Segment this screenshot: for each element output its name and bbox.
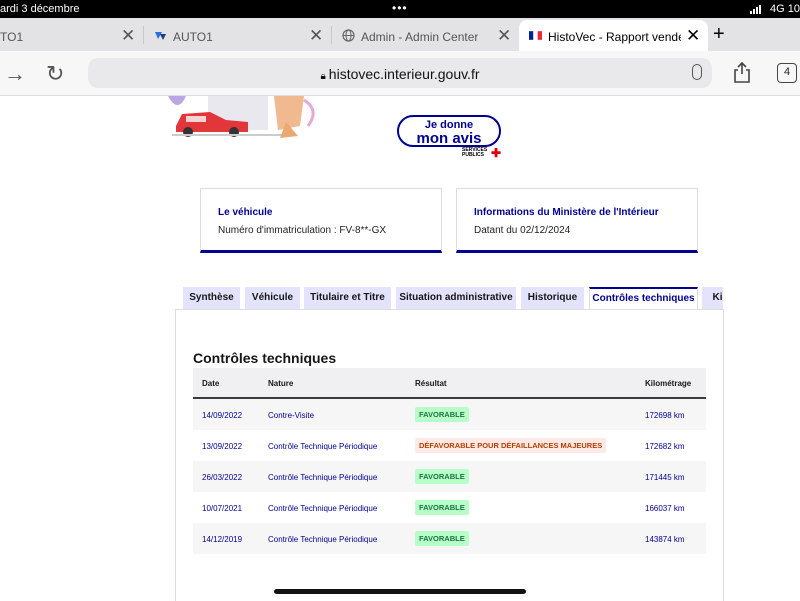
browser-tab[interactable]: Admin - Admin Center ✕ bbox=[332, 20, 518, 51]
logo-line2: PUBLICS bbox=[462, 152, 484, 158]
car-illustration bbox=[168, 96, 315, 138]
tab-synthese[interactable]: Synthèse bbox=[183, 287, 240, 309]
table-row: 14/09/2022 Contre-Visite FAVORABLE 17269… bbox=[193, 399, 706, 430]
browser-tab-active[interactable]: HistoVec - Rapport vendeur ✕ bbox=[519, 20, 708, 51]
tab-historique[interactable]: Historique bbox=[521, 287, 584, 309]
network-label: 4G bbox=[770, 3, 785, 15]
browser-tab[interactable]: AUTO1 ✕ bbox=[144, 20, 330, 51]
globe-icon bbox=[342, 29, 355, 42]
close-icon[interactable]: ✕ bbox=[309, 26, 323, 46]
multitasking-dots-icon[interactable]: ••• bbox=[392, 1, 408, 15]
browser-toolbar: → ↻ 🔒︎ histovec.interieur.gouv.fr 4 bbox=[0, 51, 800, 96]
table-row: 26/03/2022 Contrôle Technique Périodique… bbox=[193, 461, 706, 492]
table-header: Date Nature Résultat Kilométrage bbox=[193, 368, 706, 399]
cell-date: 14/09/2022 bbox=[202, 411, 243, 420]
ministry-card: Informations du Ministère de l'Intérieur… bbox=[456, 188, 698, 253]
cell-date: 26/03/2022 bbox=[202, 473, 243, 482]
ministry-card-text: Datant du 02/12/2024 bbox=[474, 225, 571, 236]
tab-titulaire[interactable]: Titulaire et Titre bbox=[304, 287, 391, 309]
cell-date: 10/07/2021 bbox=[202, 504, 243, 513]
tab-vehicule[interactable]: Véhicule bbox=[245, 287, 300, 309]
address-bar[interactable]: 🔒︎ histovec.interieur.gouv.fr bbox=[88, 58, 712, 88]
cell-kilometrage: 166037 km bbox=[645, 504, 685, 513]
header-date: Date bbox=[202, 379, 220, 388]
url-display[interactable]: 🔒︎ histovec.interieur.gouv.fr bbox=[88, 66, 712, 82]
services-publics-logo: SERVICES PUBLICS ✚ bbox=[462, 147, 501, 159]
result-badge: DÉFAVORABLE POUR DÉFAILLANCES MAJEURES bbox=[415, 438, 607, 453]
result-badge: FAVORABLE bbox=[415, 469, 469, 484]
tab-kilometrage[interactable]: Kilo bbox=[702, 287, 723, 309]
page-content: Je donne mon avis SERVICES PUBLICS ✚ Le … bbox=[0, 96, 800, 601]
feedback-button[interactable]: Je donne mon avis bbox=[397, 115, 501, 147]
cell-date: 13/09/2022 bbox=[202, 442, 243, 451]
vehicle-card-text: Numéro d'immatriculation : FV-8**-GX bbox=[218, 225, 387, 236]
table-body: 14/09/2022 Contre-Visite FAVORABLE 17269… bbox=[193, 399, 706, 554]
forward-arrow-icon[interactable]: → bbox=[4, 61, 26, 87]
tab-count-button[interactable]: 4 bbox=[777, 63, 797, 83]
status-date: ardi 3 décembre bbox=[0, 3, 80, 15]
cell-kilometrage: 172682 km bbox=[645, 442, 685, 451]
reload-icon[interactable]: ↻ bbox=[46, 61, 64, 87]
plus-icon: ✚ bbox=[491, 146, 502, 160]
tab-controles-techniques[interactable]: Contrôles techniques bbox=[589, 287, 698, 309]
tab-situation-administrative[interactable]: Situation administrative bbox=[396, 287, 516, 309]
battery-label: 10 bbox=[787, 3, 800, 15]
ministry-card-title: Informations du Ministère de l'Intérieur bbox=[474, 207, 659, 218]
auto1-icon bbox=[155, 32, 166, 40]
cell-nature: Contrôle Technique Périodique bbox=[268, 535, 378, 544]
lock-icon: 🔒︎ bbox=[320, 71, 326, 82]
table-row: 14/12/2019 Contrôle Technique Périodique… bbox=[193, 523, 706, 554]
section-tabs: Synthèse Véhicule Titulaire et Titre Sit… bbox=[183, 287, 723, 309]
result-badge: FAVORABLE bbox=[415, 407, 469, 422]
cell-kilometrage: 171445 km bbox=[645, 473, 685, 482]
tab-title: HistoVec - Rapport vendeur bbox=[548, 30, 681, 44]
new-tab-button[interactable]: + bbox=[713, 23, 725, 46]
section-title: Contrôles techniques bbox=[193, 350, 337, 366]
browser-tab[interactable]: TO1 ✕ bbox=[0, 20, 143, 51]
result-badge: FAVORABLE bbox=[415, 500, 469, 515]
vehicle-card: Le véhicule Numéro d'immatriculation : F… bbox=[200, 188, 442, 253]
close-icon[interactable]: ✕ bbox=[686, 26, 700, 46]
header-kilometrage: Kilométrage bbox=[645, 379, 692, 388]
microphone-icon[interactable] bbox=[692, 64, 702, 80]
result-badge: FAVORABLE bbox=[415, 531, 469, 546]
tab-title: Admin - Admin Center bbox=[361, 30, 479, 44]
home-indicator[interactable] bbox=[274, 589, 526, 594]
status-bar: ardi 3 décembre ••• 4G 10 bbox=[0, 0, 800, 18]
url-text: histovec.interieur.gouv.fr bbox=[328, 66, 480, 82]
signal-icon bbox=[749, 4, 764, 14]
cell-nature: Contre-Visite bbox=[268, 411, 315, 420]
cell-nature: Contrôle Technique Périodique bbox=[268, 504, 378, 513]
cell-nature: Contrôle Technique Périodique bbox=[268, 473, 378, 482]
share-icon[interactable] bbox=[733, 61, 751, 83]
french-flag-icon bbox=[529, 31, 542, 40]
cell-kilometrage: 143874 km bbox=[645, 535, 685, 544]
tab-title: TO1 bbox=[0, 30, 24, 44]
table-row: 13/09/2022 Contrôle Technique Périodique… bbox=[193, 430, 706, 461]
cell-nature: Contrôle Technique Périodique bbox=[268, 442, 378, 451]
vehicle-card-title: Le véhicule bbox=[218, 207, 273, 218]
cell-date: 14/12/2019 bbox=[202, 535, 243, 544]
close-icon[interactable]: ✕ bbox=[121, 26, 135, 46]
close-icon[interactable]: ✕ bbox=[497, 26, 511, 46]
status-right: 4G 10 bbox=[749, 3, 800, 15]
controles-table: Date Nature Résultat Kilométrage 14/09/2… bbox=[193, 368, 706, 554]
browser-tab-bar: TO1 ✕ AUTO1 ✕ Admin - Admin Center ✕ His… bbox=[0, 18, 800, 51]
cell-kilometrage: 172698 km bbox=[645, 411, 685, 420]
tab-title: AUTO1 bbox=[173, 30, 213, 44]
feedback-line2: mon avis bbox=[416, 130, 482, 147]
table-row: 10/07/2021 Contrôle Technique Périodique… bbox=[193, 492, 706, 523]
controles-panel: Contrôles techniques Date Nature Résulta… bbox=[175, 309, 724, 601]
header-resultat: Résultat bbox=[415, 379, 447, 388]
header-nature: Nature bbox=[268, 379, 294, 388]
